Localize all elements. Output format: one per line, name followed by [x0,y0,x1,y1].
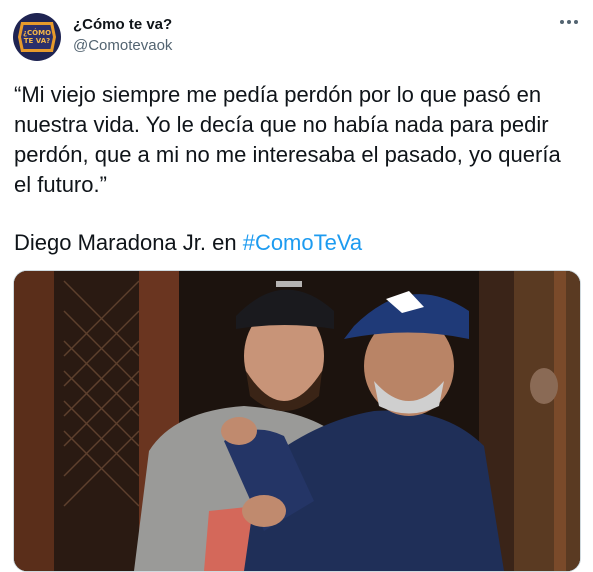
avatar-logo-badge: ¿CÓMO TE VA? [18,22,56,52]
tweet-attribution: Diego Maradona Jr. en #ComoTeVa [14,228,582,258]
photo-illustration [14,271,580,571]
tweet-text: “Mi viejo siempre me pedía perdón por lo… [14,82,561,197]
attribution-text: Diego Maradona Jr. en [14,230,243,255]
avatar[interactable]: ¿CÓMO TE VA? [13,13,61,61]
tweet-card[interactable]: ¿CÓMO TE VA? ¿Cómo te va? @Comotevaok “M… [0,0,593,572]
tweet-photo[interactable] [13,270,581,572]
user-handle[interactable]: @Comotevaok [73,37,172,54]
hashtag-link[interactable]: #ComoTeVa [243,230,362,255]
display-name[interactable]: ¿Cómo te va? [73,16,172,33]
avatar-logo-text: ¿CÓMO TE VA? [21,25,53,49]
more-options-icon[interactable] [560,20,580,26]
